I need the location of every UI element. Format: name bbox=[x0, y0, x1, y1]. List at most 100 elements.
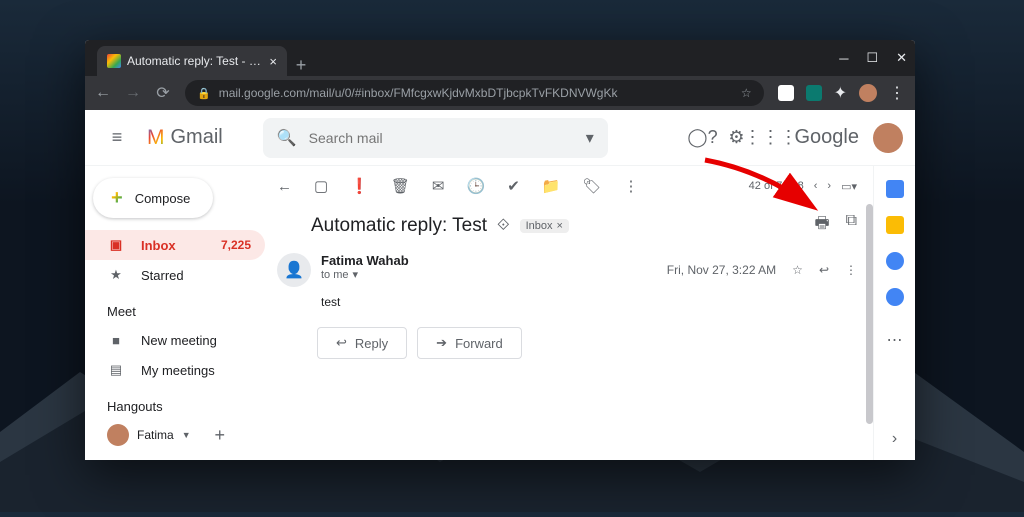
message-subject: Automatic reply: Test bbox=[311, 215, 487, 237]
add-to-tasks-icon[interactable]: ✔ bbox=[507, 177, 520, 195]
reply-button[interactable]: ↩ Reply bbox=[317, 327, 407, 359]
user-avatar bbox=[107, 424, 129, 446]
main-menu-icon[interactable]: ≡ bbox=[97, 127, 137, 148]
nav-back-icon[interactable]: ← bbox=[95, 85, 111, 101]
sidebar-item-label: Inbox bbox=[141, 238, 176, 253]
hangouts-username: Fatima bbox=[137, 428, 174, 442]
google-label: Google bbox=[795, 126, 860, 149]
browser-tab[interactable]: Automatic reply: Test - fatima@a × bbox=[97, 46, 287, 76]
report-spam-icon[interactable]: ❗ bbox=[350, 177, 369, 195]
sidebar-item-label: New meeting bbox=[141, 333, 217, 348]
sidebar-item-my-meetings[interactable]: ▤ My meetings bbox=[85, 355, 265, 385]
search-input[interactable] bbox=[309, 130, 574, 146]
side-panel: ⋯ › bbox=[873, 166, 915, 460]
chevron-down-icon[interactable]: ▼ bbox=[182, 430, 191, 440]
message-body: test bbox=[265, 289, 869, 323]
gmail-word: Gmail bbox=[171, 126, 223, 149]
gmail-m-icon: M bbox=[147, 126, 165, 150]
inbox-icon: ▣ bbox=[107, 237, 125, 253]
print-icon[interactable]: 🖶 bbox=[814, 212, 829, 239]
archive-icon[interactable]: ▢ bbox=[314, 177, 328, 195]
move-to-icon[interactable]: 📁 bbox=[542, 177, 561, 195]
compose-button[interactable]: + Compose bbox=[93, 178, 213, 218]
star-icon: ★ bbox=[107, 267, 125, 283]
window-maximize-icon[interactable]: ☐ bbox=[866, 50, 878, 66]
star-message-icon[interactable]: ☆ bbox=[792, 263, 803, 277]
scrollbar[interactable] bbox=[866, 204, 873, 424]
collapse-panel-icon[interactable]: › bbox=[892, 430, 897, 448]
more-actions-icon[interactable]: ⋮ bbox=[624, 177, 639, 195]
gmail-page: ≡ M Gmail 🔍 ▾ ◯? ⚙ ⋮⋮⋮ Google + bbox=[85, 110, 915, 460]
window-minimize-icon[interactable]: ─ bbox=[839, 51, 848, 66]
url-text: mail.google.com/mail/u/0/#inbox/FMfcgxwK… bbox=[219, 86, 618, 100]
calendar-app-icon[interactable] bbox=[886, 180, 904, 198]
plus-icon: + bbox=[111, 187, 123, 210]
tasks-app-icon[interactable] bbox=[886, 252, 904, 270]
help-icon[interactable]: ◯? bbox=[693, 128, 713, 148]
sidebar-item-starred[interactable]: ★ Starred bbox=[85, 260, 265, 290]
tab-bar: Automatic reply: Test - fatima@a × + ─ ☐… bbox=[85, 40, 915, 76]
input-tools-icon[interactable]: ▭▾ bbox=[841, 180, 857, 193]
keep-app-icon[interactable] bbox=[886, 216, 904, 234]
url-bar[interactable]: 🔒 mail.google.com/mail/u/0/#inbox/FMfcgx… bbox=[185, 80, 764, 106]
label-chip[interactable]: Inbox × bbox=[520, 219, 569, 233]
snooze-icon[interactable]: 🕒 bbox=[467, 177, 486, 195]
pagination-text: 42 of 7,228 bbox=[749, 180, 804, 192]
prev-message-icon[interactable]: ‹ bbox=[814, 180, 818, 192]
sender-avatar[interactable]: 👤 bbox=[277, 253, 311, 287]
next-message-icon[interactable]: › bbox=[827, 180, 831, 192]
extension-icon[interactable] bbox=[778, 85, 794, 101]
forward-button[interactable]: ➔ Forward bbox=[417, 327, 522, 359]
open-in-new-icon[interactable]: ⧉ bbox=[846, 212, 857, 239]
lock-icon: 🔒 bbox=[197, 87, 211, 100]
message-datetime: Fri, Nov 27, 3:22 AM bbox=[667, 263, 776, 277]
contacts-app-icon[interactable] bbox=[886, 288, 904, 306]
nav-forward-icon[interactable]: → bbox=[125, 85, 141, 101]
sidebar-item-new-meeting[interactable]: ■ New meeting bbox=[85, 325, 265, 355]
meet-section-label: Meet bbox=[85, 290, 265, 325]
extensions-menu-icon[interactable]: ✦ bbox=[834, 83, 847, 103]
reload-icon[interactable]: ⟳ bbox=[155, 85, 171, 101]
sender-name: Fatima Wahab bbox=[321, 253, 657, 268]
browser-window: Automatic reply: Test - fatima@a × + ─ ☐… bbox=[85, 40, 915, 460]
delete-icon[interactable]: 🗑 bbox=[391, 177, 410, 195]
hangouts-user[interactable]: Fatima ▼ + bbox=[85, 420, 265, 450]
message-content: ← ▢ ❗ 🗑 ✉ 🕒 ✔ 📁 🏷 ⋮ 42 of 7,228 ‹ bbox=[265, 166, 873, 460]
window-close-icon[interactable]: ✕ bbox=[896, 50, 907, 66]
sidebar-item-inbox[interactable]: ▣ Inbox 7,225 bbox=[85, 230, 265, 260]
search-options-icon[interactable]: ▾ bbox=[586, 128, 594, 148]
message-menu-icon[interactable]: ⋮ bbox=[845, 263, 857, 277]
add-contact-icon[interactable]: + bbox=[214, 425, 225, 446]
gmail-header: ≡ M Gmail 🔍 ▾ ◯? ⚙ ⋮⋮⋮ Google bbox=[85, 110, 915, 166]
bookmark-star-icon[interactable]: ☆ bbox=[741, 86, 752, 100]
hangouts-section-label: Hangouts bbox=[85, 385, 265, 420]
search-bar[interactable]: 🔍 ▾ bbox=[263, 118, 608, 158]
importance-marker-icon[interactable]: ⟐ bbox=[497, 217, 510, 235]
apps-grid-icon[interactable]: ⋮⋮⋮ bbox=[761, 128, 781, 148]
inbox-count: 7,225 bbox=[221, 238, 251, 252]
new-tab-button[interactable]: + bbox=[287, 55, 315, 76]
close-tab-icon[interactable]: × bbox=[269, 54, 277, 69]
gmail-favicon bbox=[107, 54, 121, 68]
message-toolbar: ← ▢ ❗ 🗑 ✉ 🕒 ✔ 📁 🏷 ⋮ 42 of 7,228 ‹ bbox=[265, 166, 869, 206]
compose-label: Compose bbox=[135, 191, 191, 206]
search-icon: 🔍 bbox=[277, 128, 297, 148]
calendar-icon: ▤ bbox=[107, 362, 125, 378]
tab-title: Automatic reply: Test - fatima@a bbox=[127, 54, 263, 68]
browser-menu-icon[interactable]: ⋮ bbox=[889, 83, 905, 103]
video-icon: ■ bbox=[107, 333, 125, 348]
address-bar: ← → ⟳ 🔒 mail.google.com/mail/u/0/#inbox/… bbox=[85, 76, 915, 110]
remove-label-icon[interactable]: × bbox=[557, 220, 563, 232]
reply-icon[interactable]: ↩ bbox=[819, 263, 829, 277]
forward-arrow-icon: ➔ bbox=[436, 335, 447, 351]
profile-avatar[interactable] bbox=[859, 84, 877, 102]
sidebar-item-label: Starred bbox=[141, 268, 184, 283]
gmail-logo[interactable]: M Gmail bbox=[147, 126, 223, 150]
show-details-icon[interactable]: ▾ bbox=[353, 268, 359, 281]
mark-unread-icon[interactable]: ✉ bbox=[432, 177, 445, 195]
more-addons-icon[interactable]: ⋯ bbox=[887, 330, 903, 350]
account-avatar[interactable] bbox=[873, 123, 903, 153]
extension-icon[interactable] bbox=[806, 85, 822, 101]
labels-icon[interactable]: 🏷 bbox=[582, 177, 601, 195]
back-to-inbox-icon[interactable]: ← bbox=[277, 178, 292, 195]
